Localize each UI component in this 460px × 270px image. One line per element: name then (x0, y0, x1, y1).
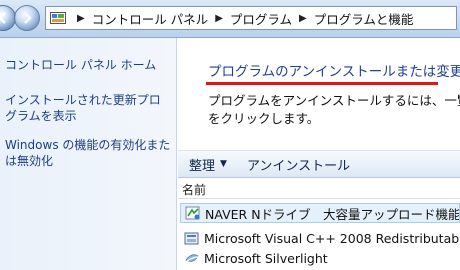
task-windows-features[interactable]: Windows の機能の有効化または無効化 (5, 137, 173, 169)
program-row[interactable]: Microsoft Visual C++ 2008 Redistributabl… (180, 228, 460, 248)
program-name: Microsoft Visual C++ 2008 Redistributabl… (204, 230, 460, 246)
address-toolbar: ▶ コントロール パネル ▶ プログラム ▶ プログラムと機能 (0, 0, 460, 38)
breadcrumb-programs[interactable]: プログラム (230, 9, 292, 28)
chevron-down-icon: ▼ (220, 159, 227, 169)
command-bar: 整理 ▼ アンインストール (178, 150, 460, 178)
description-line: をクリックします。 (208, 111, 320, 126)
silverlight-icon (185, 254, 199, 262)
organize-button[interactable]: 整理 ▼ (189, 155, 227, 174)
page-title: プログラムのアンインストールまたは変更 (208, 64, 460, 80)
program-name: NAVER Nドライブ 大容量アップロード機能 (205, 206, 460, 222)
address-bar[interactable]: ▶ コントロール パネル ▶ プログラム ▶ プログラムと機能 (45, 6, 457, 30)
column-header-name[interactable]: 名前 (178, 178, 460, 199)
breadcrumb-separator: ▶ (299, 12, 307, 24)
forward-arrow-icon (24, 12, 32, 24)
breadcrumb-separator: ▶ (77, 12, 85, 24)
organize-label: 整理 (189, 158, 216, 174)
program-name: Microsoft Silverlight (204, 250, 328, 266)
back-arrow-icon (0, 12, 6, 24)
program-row[interactable]: Microsoft Silverlight (180, 248, 460, 268)
task-control-panel-home[interactable]: コントロール パネル ホーム (5, 57, 170, 73)
description-line: プログラムをアンインストールするには、一覧 (208, 93, 460, 108)
breadcrumb-control-panel[interactable]: コントロール パネル (92, 9, 208, 28)
uninstall-button[interactable]: アンインストール (247, 155, 350, 174)
breadcrumb-separator: ▶ (215, 12, 223, 24)
control-panel-icon (50, 12, 66, 24)
naver-ndrive-icon (185, 206, 200, 220)
breadcrumb-programs-and-features[interactable]: プログラムと機能 (314, 9, 414, 28)
forward-button[interactable] (14, 5, 40, 31)
page-description: プログラムをアンインストールするには、一覧 をクリックします。 (208, 92, 460, 128)
task-pane: コントロール パネル ホーム インストールされた更新プログラムを表示 Windo… (0, 38, 177, 270)
column-header-label: 名前 (182, 183, 207, 197)
installer-icon (184, 232, 199, 245)
program-row[interactable]: NAVER Nドライブ 大容量アップロード機能 (180, 203, 460, 223)
highlight-underline (206, 82, 438, 85)
task-view-installed-updates[interactable]: インストールされた更新プログラムを表示 (5, 92, 171, 124)
